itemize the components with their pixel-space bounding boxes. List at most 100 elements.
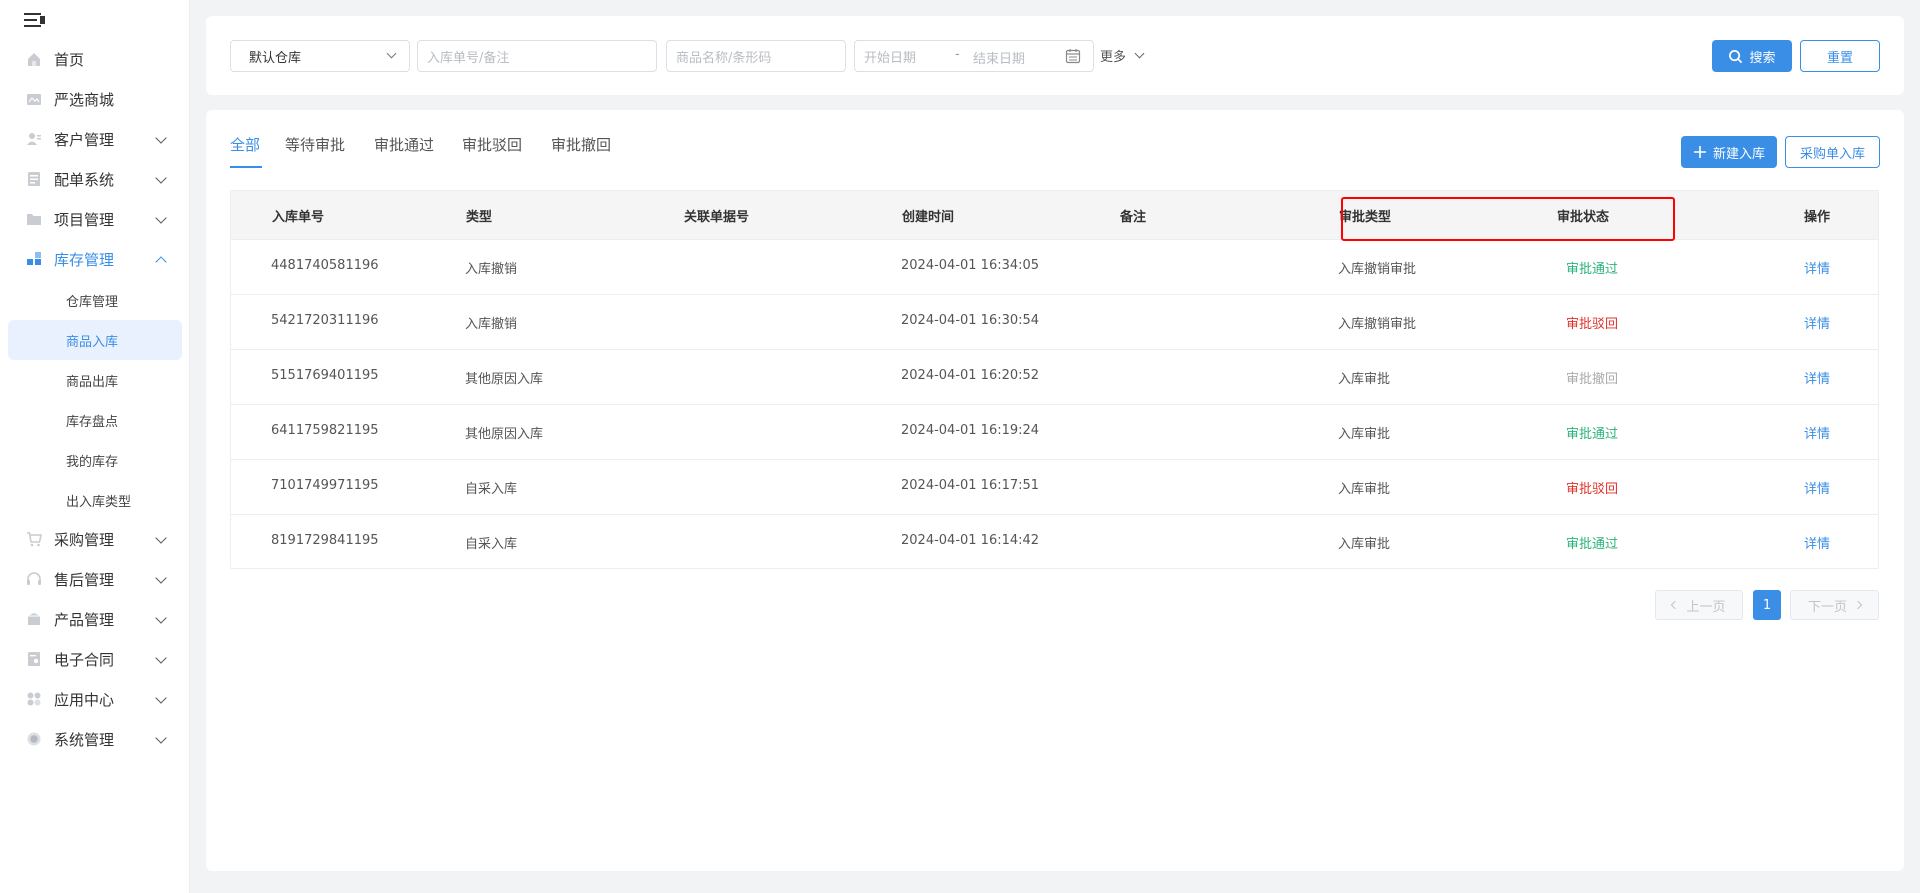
table-cell-id: 7101749971195 <box>271 478 379 493</box>
stock-in-table: 入库单号 类型 关联单据号 创建时间 备注 审批类型 审批状态 操作 44817… <box>230 190 1879 569</box>
column-header: 入库单号 <box>272 210 325 225</box>
nav-label: 系统管理 <box>54 730 115 749</box>
detail-link[interactable]: 详情 <box>1804 478 1830 497</box>
inventory-icon <box>25 250 43 268</box>
reset-button-label: 重置 <box>1826 50 1853 66</box>
sidebar-item-stock-out[interactable]: 商品出库 <box>8 360 182 400</box>
more-filters-toggle[interactable]: 更多 <box>1100 46 1145 65</box>
order-number-input[interactable]: 入库单号/备注 <box>417 40 657 72</box>
table-cell-id: 4481740581196 <box>271 258 379 273</box>
table-cell-approval-type: 入库审批 <box>1338 482 1391 497</box>
sidebar-item-stocktake[interactable]: 库存盘点 <box>8 400 182 440</box>
prev-page-button[interactable]: 上一页 <box>1655 590 1743 620</box>
calendar-icon[interactable] <box>1065 48 1081 64</box>
sidebar-item-stock-in[interactable]: 商品入库 <box>8 320 182 360</box>
tab-approved[interactable]: 审批通过 <box>374 134 434 164</box>
order-icon <box>25 170 43 188</box>
nav-label: 库存管理 <box>54 250 115 269</box>
table-cell-time: 2024-04-01 16:19:24 <box>901 423 1040 438</box>
menu-collapse-icon[interactable] <box>24 12 45 28</box>
warehouse-select[interactable]: 默认仓库 <box>230 40 410 72</box>
sidebar-item-my-stock[interactable]: 我的库存 <box>8 440 182 480</box>
table-cell-approval-type: 入库撤销审批 <box>1338 317 1417 332</box>
nav-item-mall[interactable]: 严选商城 <box>8 81 182 117</box>
status-badge: 审批通过 <box>1566 537 1619 552</box>
purchase-order-stock-in-label: 采购单入库 <box>1799 146 1865 162</box>
column-header: 关联单据号 <box>684 210 750 225</box>
table-row: 8191729841195 自采入库 2024-04-01 16:14:42 入库审批… <box>231 514 1878 569</box>
folder-icon <box>25 210 43 228</box>
chevron-down-icon <box>155 732 167 744</box>
status-badge: 审批驳回 <box>1566 482 1619 497</box>
nav-item-inventory[interactable]: 库存管理 <box>8 241 182 277</box>
table-cell-type: 自采入库 <box>465 482 518 497</box>
tab-pending[interactable]: 等待审批 <box>285 134 345 164</box>
detail-link[interactable]: 详情 <box>1804 258 1830 277</box>
table-cell-id: 5421720311196 <box>271 313 379 328</box>
table-cell-approval-type: 入库撤销审批 <box>1338 262 1417 277</box>
customer-icon <box>25 130 43 148</box>
nav-item-apps[interactable]: 应用中心 <box>8 681 182 717</box>
table-cell-type: 入库撤销 <box>465 317 518 332</box>
nav-label: 产品管理 <box>54 610 115 629</box>
table-row: 4481740581196 入库撤销 2024-04-01 16:34:05 入库撤销… <box>231 239 1878 294</box>
purchase-order-stock-in-button[interactable]: 采购单入库 <box>1785 136 1880 168</box>
detail-link[interactable]: 详情 <box>1804 533 1830 552</box>
sidebar-item-io-types[interactable]: 出入库类型 <box>8 480 182 520</box>
table-cell-id: 8191729841195 <box>271 533 379 548</box>
next-page-button[interactable]: 下一页 <box>1790 590 1879 620</box>
table-cell-type: 自采入库 <box>465 537 518 552</box>
tab-all[interactable]: 全部 <box>230 134 260 164</box>
nav-item-home[interactable]: 首页 <box>8 41 182 77</box>
nav-label: 客户管理 <box>54 130 115 149</box>
column-header: 创建时间 <box>902 210 955 225</box>
start-date-placeholder[interactable]: 开始日期 <box>864 47 916 66</box>
chevron-down-icon <box>155 692 167 704</box>
nav-label: 售后管理 <box>54 570 115 589</box>
nav-item-system[interactable]: 系统管理 <box>8 721 182 757</box>
nav-item-purchase[interactable]: 采购管理 <box>8 521 182 557</box>
new-stock-in-label: 新建入库 <box>1712 146 1765 162</box>
status-badge: 审批驳回 <box>1566 317 1619 332</box>
nav-item-order[interactable]: 配单系统 <box>8 161 182 197</box>
warehouse-select-value: 默认仓库 <box>249 50 302 66</box>
new-stock-in-button[interactable]: 新建入库 <box>1681 136 1777 168</box>
sidebar: 首页 严选商城 客户管理 配单系统 项目管理 库存管理 仓库管理 商品入库 商品… <box>0 0 190 893</box>
table-cell-type: 入库撤销 <box>465 262 518 277</box>
status-badge: 审批通过 <box>1566 427 1619 442</box>
mall-icon <box>25 90 43 108</box>
column-header: 类型 <box>466 210 493 225</box>
nav-item-contract[interactable]: 电子合同 <box>8 641 182 677</box>
order-number-placeholder: 入库单号/备注 <box>427 50 510 66</box>
tab-withdrawn[interactable]: 审批撤回 <box>551 134 611 164</box>
nav-item-aftersales[interactable]: 售后管理 <box>8 561 182 597</box>
nav-item-project[interactable]: 项目管理 <box>8 201 182 237</box>
detail-link[interactable]: 详情 <box>1804 368 1830 387</box>
nav-label: 采购管理 <box>54 530 115 549</box>
table-cell-time: 2024-04-01 16:30:54 <box>901 313 1040 328</box>
headset-icon <box>25 570 43 588</box>
filter-bar: 默认仓库 入库单号/备注 商品名称/条形码 开始日期 - 结束日期 更多 搜索 … <box>206 16 1904 95</box>
column-header: 审批类型 <box>1339 210 1392 225</box>
date-separator: - <box>955 47 960 62</box>
search-button[interactable]: 搜索 <box>1712 40 1792 72</box>
nav-item-customer[interactable]: 客户管理 <box>8 121 182 157</box>
table-row: 5421720311196 入库撤销 2024-04-01 16:30:54 入库撤销… <box>231 294 1878 349</box>
page-number-current[interactable]: 1 <box>1753 590 1781 620</box>
date-range-picker[interactable]: 开始日期 - 结束日期 <box>854 40 1094 72</box>
chevron-right-icon <box>1853 600 1863 610</box>
reset-button[interactable]: 重置 <box>1800 40 1880 72</box>
product-search-input[interactable]: 商品名称/条形码 <box>666 40 846 72</box>
table-header: 入库单号 类型 关联单据号 创建时间 备注 审批类型 审批状态 操作 <box>231 191 1878 239</box>
detail-link[interactable]: 详情 <box>1804 313 1830 332</box>
table-cell-id: 5151769401195 <box>271 368 379 383</box>
apps-icon <box>25 690 43 708</box>
chevron-down-icon <box>155 212 167 224</box>
detail-link[interactable]: 详情 <box>1804 423 1830 442</box>
nav-item-product[interactable]: 产品管理 <box>8 601 182 637</box>
end-date-placeholder[interactable]: 结束日期 <box>973 48 1025 67</box>
box-icon <box>25 610 43 628</box>
sidebar-item-warehouse[interactable]: 仓库管理 <box>8 280 182 320</box>
column-header: 备注 <box>1120 210 1147 225</box>
tab-rejected[interactable]: 审批驳回 <box>462 134 522 164</box>
